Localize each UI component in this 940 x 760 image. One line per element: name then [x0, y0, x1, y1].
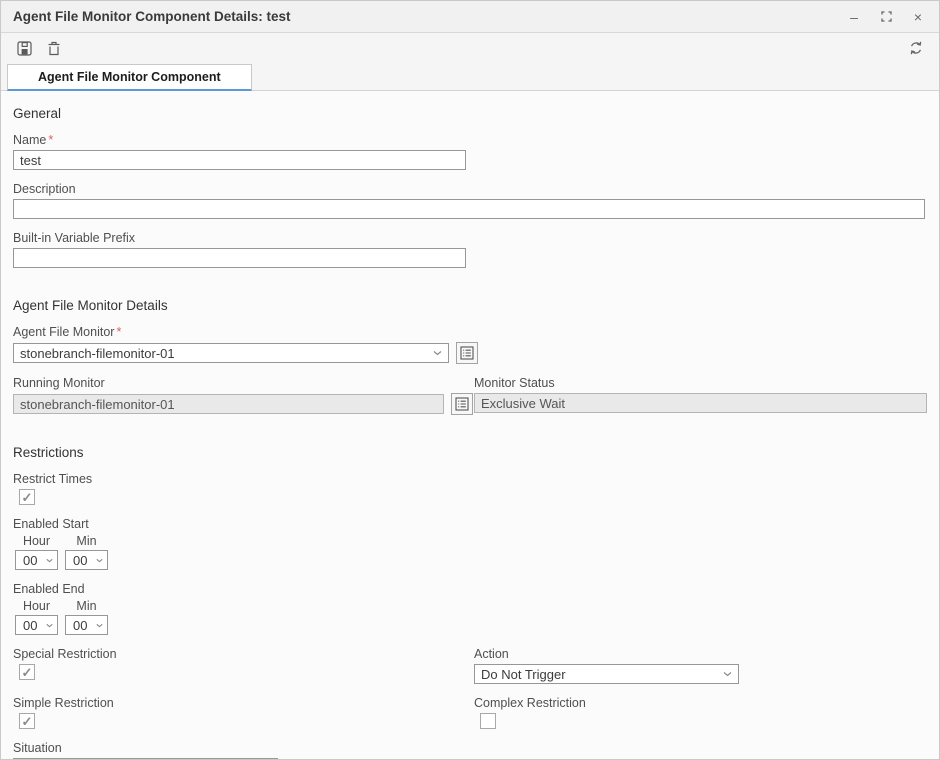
checkmark-icon: ✓ [22, 666, 33, 679]
action-select[interactable]: Do Not Trigger [474, 664, 739, 684]
tab-agent-file-monitor-component[interactable]: Agent File Monitor Component [7, 64, 252, 91]
situation-select[interactable]: On Holiday [13, 758, 278, 759]
enabled-start-hour-select[interactable]: 00 [15, 550, 58, 570]
enabled-end-sublabels: Hour Min [15, 599, 925, 613]
save-button[interactable] [13, 37, 35, 59]
min-label: Min [65, 599, 108, 613]
dialog-window: Agent File Monitor Component Details: te… [0, 0, 940, 760]
chevron-down-icon [46, 558, 53, 563]
maximize-button[interactable] [879, 10, 893, 24]
close-icon: × [914, 10, 922, 24]
list-details-icon [460, 346, 474, 360]
minimize-button[interactable]: – [847, 10, 861, 24]
agent-file-monitor-lookup-button[interactable] [456, 342, 478, 364]
monitor-status-label: Monitor Status [474, 376, 927, 390]
form-content: General Name* Description Built-in Varia… [1, 91, 939, 759]
restrict-times-label: Restrict Times [13, 472, 925, 486]
window-controls: – × [847, 10, 929, 24]
complex-restriction-label: Complex Restriction [474, 696, 925, 710]
name-label: Name* [13, 133, 925, 147]
maximize-icon [881, 11, 892, 22]
enabled-end-label: Enabled End [13, 582, 925, 596]
restrict-times-checkbox[interactable]: ✓ [19, 489, 35, 505]
section-heading-general: General [13, 106, 925, 121]
delete-button[interactable] [43, 37, 65, 59]
tab-bar: Agent File Monitor Component [1, 63, 939, 91]
save-icon [17, 41, 32, 56]
builtin-variable-prefix-input[interactable] [13, 248, 466, 268]
section-heading-agent-file-monitor-details: Agent File Monitor Details [13, 298, 925, 313]
refresh-icon [908, 40, 924, 56]
title-bar: Agent File Monitor Component Details: te… [1, 1, 939, 33]
name-input[interactable] [13, 150, 466, 170]
builtin-variable-prefix-label: Built-in Variable Prefix [13, 231, 925, 245]
special-restriction-checkbox[interactable]: ✓ [19, 664, 35, 680]
agent-file-monitor-select[interactable]: stonebranch-filemonitor-01 [13, 343, 449, 363]
chevron-down-icon [46, 623, 53, 628]
enabled-start-label: Enabled Start [13, 517, 925, 531]
checkmark-icon: ✓ [22, 715, 33, 728]
checkmark-icon: ✓ [22, 491, 33, 504]
minimize-icon: – [850, 10, 858, 24]
description-input[interactable] [13, 199, 925, 219]
action-label: Action [474, 647, 925, 661]
enabled-end-min-select[interactable]: 00 [65, 615, 108, 635]
chevron-down-icon [433, 350, 442, 356]
chevron-down-icon [96, 623, 103, 628]
hour-label: Hour [15, 534, 58, 548]
running-monitor-label: Running Monitor [13, 376, 474, 390]
enabled-start-min-select[interactable]: 00 [65, 550, 108, 570]
toolbar [1, 33, 939, 63]
list-details-icon [455, 397, 469, 411]
enabled-start-sublabels: Hour Min [15, 534, 925, 548]
hour-label: Hour [15, 599, 58, 613]
chevron-down-icon [723, 671, 732, 677]
trash-icon [47, 41, 61, 56]
agent-file-monitor-label: Agent File Monitor* [13, 325, 925, 339]
running-monitor-lookup-button[interactable] [451, 393, 473, 415]
close-button[interactable]: × [911, 10, 925, 24]
required-marker: * [116, 325, 121, 339]
section-heading-restrictions: Restrictions [13, 445, 925, 460]
tab-label: Agent File Monitor Component [38, 70, 221, 84]
refresh-button[interactable] [905, 37, 927, 59]
running-monitor-input [13, 394, 444, 414]
special-restriction-label: Special Restriction [13, 647, 474, 661]
dialog-title: Agent File Monitor Component Details: te… [13, 9, 847, 24]
enabled-end-hour-select[interactable]: 00 [15, 615, 58, 635]
situation-label: Situation [13, 741, 925, 755]
chevron-down-icon [96, 558, 103, 563]
complex-restriction-checkbox[interactable] [480, 713, 496, 729]
min-label: Min [65, 534, 108, 548]
required-marker: * [48, 133, 53, 147]
simple-restriction-checkbox[interactable]: ✓ [19, 713, 35, 729]
monitor-status-input [474, 393, 927, 413]
simple-restriction-label: Simple Restriction [13, 696, 474, 710]
description-label: Description [13, 182, 925, 196]
